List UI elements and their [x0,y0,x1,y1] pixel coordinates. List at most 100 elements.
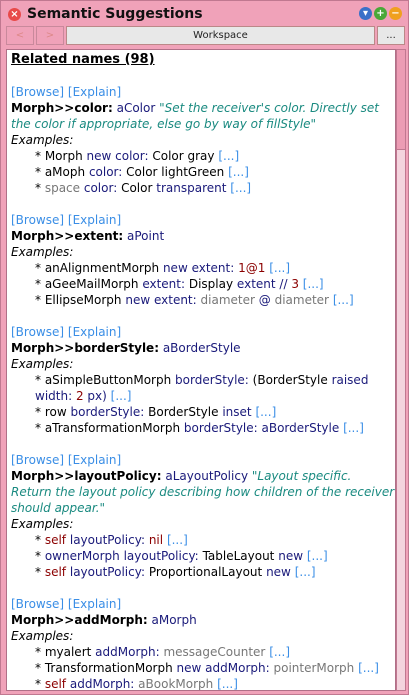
example-token: (BorderStyle [252,373,328,387]
example-token: extent // [236,277,288,291]
example-token: new [266,565,291,579]
example-line: * space color: Color transparent [...] [35,181,252,195]
suggestion-section: [Browse] [Explain] Morph>>extent: aPoint E… [11,212,395,308]
more-link[interactable]: [...] [217,677,238,690]
more-link[interactable]: [...] [255,405,276,419]
more-link[interactable]: [...] [269,261,290,275]
collapse-icon[interactable]: − [389,7,402,20]
browse-link[interactable]: [Browse] [11,597,64,611]
method-signature: Morph>>extent: aPoint [11,228,395,244]
section-links: [Browse] [Explain] [11,596,395,612]
example-token: aGeeMailMorph [44,277,139,291]
more-link[interactable]: [...] [358,661,379,675]
example-token: ownerMorph [44,549,120,563]
example-token: borderStyle: aBorderStyle [183,421,340,435]
examples-label: Examples: [11,245,74,259]
suggestion-section: [Browse] [Explain] Morph>>layoutPolicy: a… [11,452,395,580]
expand-icon[interactable]: + [374,7,387,20]
more-link[interactable]: [...] [303,277,324,291]
example-token: new color: [86,149,149,163]
method-selector: Morph>>color: [11,101,113,115]
example-token: Color lightGreen [126,165,225,179]
menu-icon[interactable]: ▾ [359,7,372,20]
example-token: new [278,549,304,563]
example-token: 1@1 [238,261,266,275]
example-token: row [44,405,67,419]
example-token: aTransformationMorph [44,421,181,435]
browse-link[interactable]: [Browse] [11,325,64,339]
example-token: transparent [156,181,227,195]
example-line: * aSimpleButtonMorph borderStyle: (Borde… [35,373,369,403]
method-signature: Morph>>layoutPolicy: aLayoutPolicy "Layo… [11,468,395,516]
more-link[interactable]: [...] [343,421,364,435]
example-token: borderStyle: [70,405,145,419]
browse-link[interactable]: [Browse] [11,213,64,227]
more-link[interactable]: [...] [269,645,290,659]
examples-label: Examples: [11,517,74,531]
example-token: @ [258,293,271,307]
explain-link[interactable]: [Explain] [68,453,121,467]
more-link[interactable]: [...] [295,565,316,579]
browse-link[interactable]: [Browse] [11,85,64,99]
suggestion-section: [Browse] [Explain] Morph>>borderStyle: aB… [11,324,395,436]
example-token: space [44,181,81,195]
suggestion-section: [Browse] [Explain] Morph>>addMorph: aMorp… [11,596,395,691]
more-link[interactable]: [...] [230,181,251,195]
method-signature: Morph>>borderStyle: aBorderStyle [11,340,395,356]
more-link[interactable]: [...] [228,165,249,179]
example-token: anAlignmentMorph [44,261,160,275]
example-token: self [44,677,67,691]
example-token: color: [83,181,118,195]
method-argument: aLayoutPolicy [165,469,249,483]
example-line: * Morph new color: Color gray [...] [35,149,240,163]
example-token: BorderStyle [148,405,219,419]
more-button[interactable]: ... [377,26,405,45]
more-link[interactable]: [...] [111,389,132,403]
example-token: new addMorph: [176,661,270,675]
example-token: 2 [75,389,84,403]
example-line: * row borderStyle: BorderStyle inset [..… [35,405,277,419]
suggestions-content: Related names (98) [Browse] [Explain] Mor… [6,49,396,691]
example-token: layoutPolicy: [69,565,145,579]
more-link[interactable]: [...] [218,149,239,163]
example-token: layoutPolicy: [69,533,145,547]
scrollbar-thumb[interactable] [397,50,405,150]
example-token: Color gray [152,149,215,163]
close-icon[interactable]: × [8,7,21,21]
example-token: aMoph [44,165,86,179]
example-token: diameter [200,293,255,307]
method-selector: Morph>>borderStyle: [11,341,159,355]
examples-label: Examples: [11,133,74,147]
forward-button[interactable]: > [36,26,64,45]
example-token: addMorph: [95,645,160,659]
method-argument: aBorderStyle [162,341,241,355]
explain-link[interactable]: [Explain] [68,85,121,99]
back-button[interactable]: < [6,26,34,45]
example-token: inset [222,405,252,419]
related-names-header: Related names (98) [11,52,155,67]
example-token: aBookMorph [138,677,214,691]
example-line: * aMoph color: Color lightGreen [...] [35,165,249,179]
explain-link[interactable]: [Explain] [68,597,121,611]
example-token: new extent: [162,261,235,275]
example-line: * aTransformationMorph borderStyle: aBor… [35,421,364,435]
example-line: * self layoutPolicy: ProportionalLayout … [35,565,316,579]
method-argument: aMorph [151,613,197,627]
example-line: * aGeeMailMorph extent: Display extent /… [35,277,324,291]
scrollbar[interactable] [396,49,406,691]
explain-link[interactable]: [Explain] [68,325,121,339]
more-link[interactable]: [...] [167,533,188,547]
more-link[interactable]: [...] [307,549,328,563]
example-token: Morph [44,149,83,163]
examples-label: Examples: [11,357,74,371]
workspace-button[interactable]: Workspace [66,26,375,45]
title-bar: × Semantic Suggestions [8,5,203,23]
browse-link[interactable]: [Browse] [11,453,64,467]
suggestion-section: [Browse] [Explain] Morph>>color: aColor "… [11,84,395,196]
method-selector: Morph>>extent: [11,229,124,243]
explain-link[interactable]: [Explain] [68,213,121,227]
example-token: borderStyle: [175,373,249,387]
more-link[interactable]: [...] [333,293,354,307]
example-token: TableLayout [202,549,275,563]
method-signature: Morph>>color: aColor "Set the receiver's… [11,100,395,132]
